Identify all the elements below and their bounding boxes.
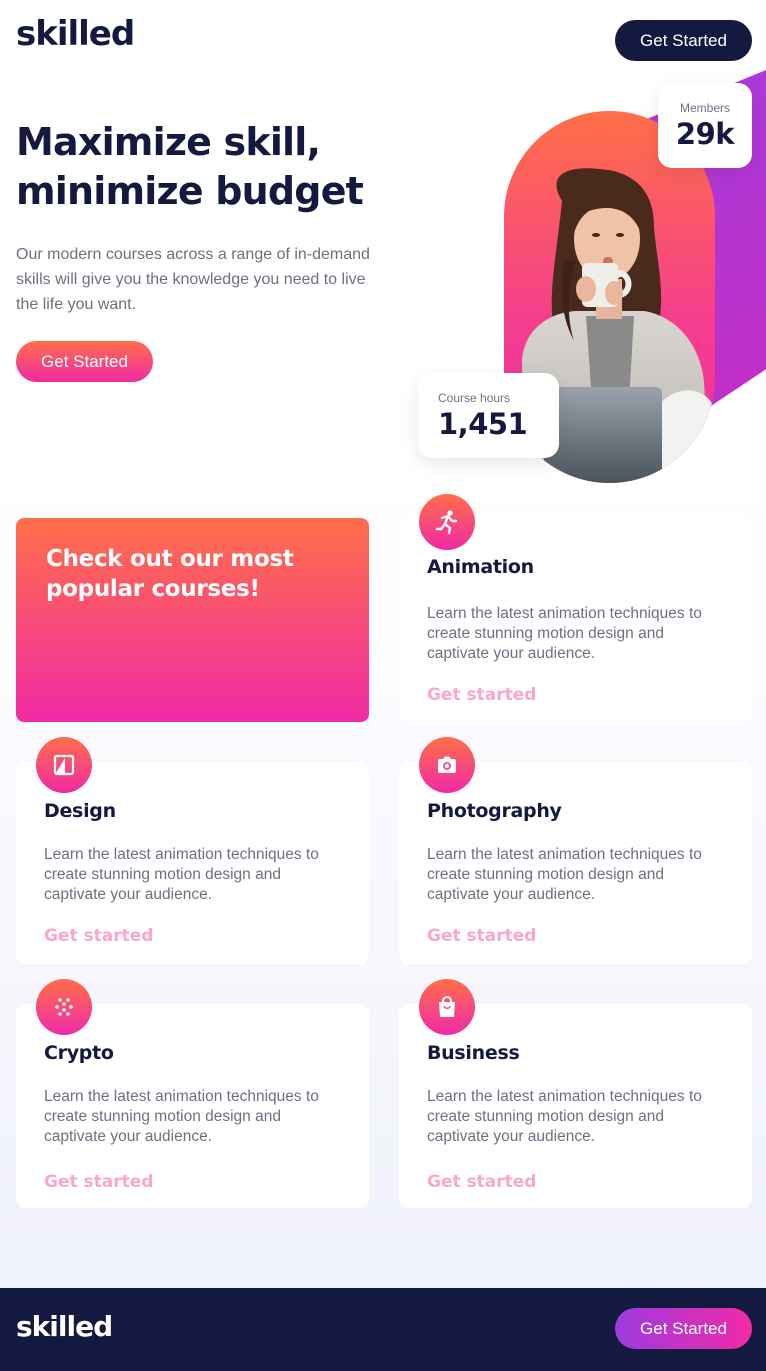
course-card-photography: Photography Learn the latest animation t… [399,737,752,964]
running-person-icon [419,494,475,550]
course-card-business: Business Learn the latest animation tech… [399,979,752,1208]
members-value: 29k [675,116,735,151]
course-title: Photography [427,800,562,822]
hero-get-started-button[interactable]: Get Started [16,341,153,382]
footer-get-started-button[interactable]: Get Started [615,1308,752,1349]
camera-icon [419,737,475,793]
hero-description: Our modern courses across a range of in-… [16,246,370,313]
shopping-bag-icon [419,979,475,1035]
course-description: Learn the latest animation techniques to… [44,1088,319,1145]
course-description: Learn the latest animation techniques to… [427,1088,702,1145]
members-label: Members [679,100,730,115]
members-stat-card: Members 29k [658,83,752,168]
site-footer: skilled Get Started [0,1288,766,1371]
course-hours-stat-card: Course hours 1,451 [418,373,559,458]
course-get-started-link[interactable]: Get started [44,926,153,946]
course-get-started-link[interactable]: Get started [427,1172,536,1192]
footer-logo[interactable]: skilled [16,1310,113,1343]
crypto-icon [36,979,92,1035]
design-icon [36,737,92,793]
course-get-started-link[interactable]: Get started [44,1172,153,1192]
course-card-animation: Animation Learn the latest animation tec… [399,494,752,722]
course-get-started-link[interactable]: Get started [427,926,536,946]
header-get-started-button[interactable]: Get Started [615,20,752,61]
course-hours-value: 1,451 [438,406,528,441]
hero-title: Maximize skill, minimize budget [16,120,364,213]
logo[interactable]: skilled [16,14,135,54]
course-hours-label: Course hours [438,390,511,405]
popular-courses-title: Check out our most popular courses! [46,546,294,602]
course-description: Learn the latest animation techniques to… [427,605,702,662]
course-title: Crypto [44,1042,114,1064]
popular-courses-banner: Check out our most popular courses! [16,518,369,722]
course-description: Learn the latest animation techniques to… [427,846,702,903]
course-title: Design [44,800,116,822]
course-get-started-link[interactable]: Get started [427,685,536,705]
site-header: skilled Get Started [0,0,766,82]
course-description: Learn the latest animation techniques to… [44,846,319,903]
course-title: Animation [427,556,534,578]
course-title: Business [427,1042,520,1064]
course-card-crypto: Crypto Learn the latest animation techni… [16,979,369,1208]
course-card-design: Design Learn the latest animation techni… [16,737,369,964]
